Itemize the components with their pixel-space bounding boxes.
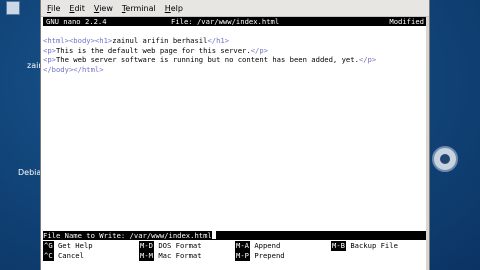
- shortcut-mac-format[interactable]: M-M Mac Format: [139, 251, 202, 261]
- html-tag: <p>: [43, 55, 56, 65]
- shortcut-cancel[interactable]: ^C Cancel: [43, 251, 84, 261]
- nano-version: GNU nano 2.2.4: [46, 17, 107, 26]
- shortcut-key: M-M: [139, 251, 154, 261]
- shortcut-label: Mac Format: [158, 251, 202, 260]
- shortcut-key: M-P: [235, 251, 250, 261]
- shortcut-label: Get Help: [57, 241, 93, 250]
- text-cursor: [211, 231, 216, 239]
- html-tag: </body></html>: [43, 64, 104, 74]
- shortcut-bar: ^G Get Help M-D DOS Format M-A Append M-…: [43, 241, 427, 261]
- shortcut-key: ^C: [43, 251, 54, 261]
- menu-edit-rest: dit: [74, 3, 85, 13]
- scrollbar[interactable]: [426, 17, 429, 270]
- shortcut-key: M-B: [331, 241, 346, 251]
- menu-file[interactable]: File: [47, 4, 60, 13]
- shortcut-dos-format[interactable]: M-D DOS Format: [139, 241, 202, 251]
- desktop-file-icon[interactable]: [6, 1, 20, 15]
- shortcut-append[interactable]: M-A Append: [235, 241, 280, 251]
- shortcut-label: Backup File: [350, 241, 398, 250]
- nano-status: Modified: [389, 17, 424, 26]
- code-line: <p>This is the default web page for this…: [43, 46, 427, 56]
- html-tag: </h1>: [207, 36, 230, 45]
- code-line: <html><body><h1>zainul arifin berhasil</…: [43, 36, 427, 46]
- shortcut-label: Append: [254, 241, 281, 250]
- terminal-area[interactable]: GNU nano 2.2.4 File: /var/www/index.html…: [41, 17, 429, 270]
- filename-prompt[interactable]: File Name to Write: /var/www/index.html: [43, 231, 427, 240]
- shortcut-key: M-D: [139, 241, 154, 251]
- menu-terminal[interactable]: Terminal: [122, 4, 156, 13]
- shortcut-key: ^G: [43, 241, 54, 251]
- shortcut-backup-file[interactable]: M-B Backup File: [331, 241, 398, 251]
- shortcut-prepend[interactable]: M-P Prepend: [235, 251, 285, 261]
- shortcut-label: Cancel: [57, 251, 84, 260]
- menu-terminal-rest: erminal: [125, 3, 156, 13]
- terminal-window[interactable]: File Edit View Terminal Help GNU nano 2.…: [40, 0, 430, 270]
- debian-swirl-icon[interactable]: [432, 146, 458, 172]
- menu-edit[interactable]: Edit: [69, 4, 85, 13]
- line-text: zainul arifin berhasil: [112, 36, 208, 45]
- menu-view[interactable]: View: [94, 4, 113, 13]
- line-text: This is the default web page for this se…: [55, 45, 251, 55]
- shortcut-label: DOS Format: [158, 241, 202, 250]
- shortcut-key: M-A: [235, 241, 250, 251]
- menu-help-rest: elp: [170, 3, 183, 13]
- swirl-center: [440, 154, 450, 164]
- code-line: </body></html>: [43, 65, 427, 75]
- prompt-text: File Name to Write: /var/www/index.html: [43, 231, 212, 240]
- editor-buffer[interactable]: <html><body><h1>zainul arifin berhasil</…: [43, 36, 427, 74]
- html-tag: <p>: [43, 45, 56, 55]
- shortcut-label: Prepend: [254, 251, 285, 260]
- line-text: The web server software is running but n…: [55, 55, 359, 65]
- menu-view-rest: iew: [99, 3, 113, 13]
- shortcut-get-help[interactable]: ^G Get Help: [43, 241, 93, 251]
- nano-titlebar: GNU nano 2.2.4 File: /var/www/index.html…: [43, 17, 427, 26]
- code-line: <p>The web server software is running bu…: [43, 55, 427, 65]
- nano-filename: File: /var/www/index.html: [171, 17, 280, 26]
- html-tag: <html><body><h1>: [43, 36, 113, 45]
- menu-help[interactable]: Help: [165, 4, 183, 13]
- html-tag: </p>: [358, 55, 377, 65]
- menubar: File Edit View Terminal Help: [41, 0, 429, 17]
- menu-file-rest: ile: [51, 3, 61, 13]
- html-tag: </p>: [250, 45, 269, 55]
